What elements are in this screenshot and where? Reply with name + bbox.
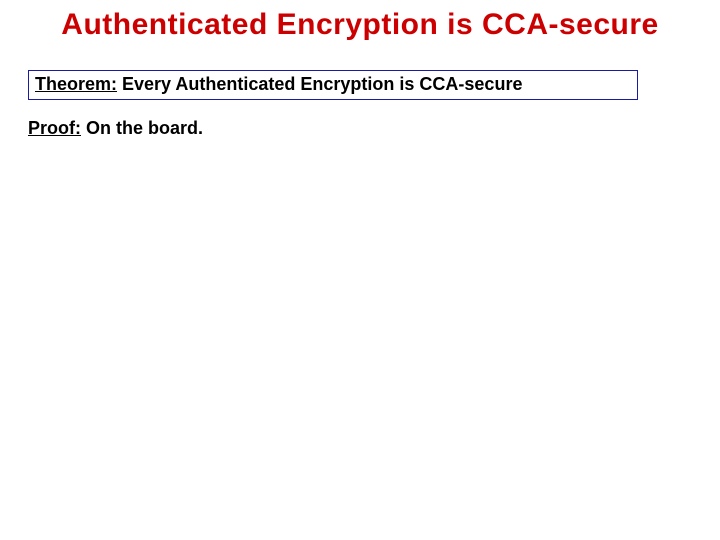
theorem-label: Theorem: — [35, 74, 117, 94]
proof-label: Proof: — [28, 118, 81, 138]
slide: Authenticated Encryption is CCA-secure T… — [0, 0, 720, 540]
theorem-box: Theorem: Every Authenticated Encryption … — [28, 70, 638, 100]
theorem-text: Every Authenticated Encryption is CCA-se… — [117, 74, 522, 94]
proof-text: On the board. — [81, 118, 203, 138]
proof-line: Proof: On the board. — [28, 118, 203, 139]
slide-title: Authenticated Encryption is CCA-secure — [0, 8, 720, 42]
